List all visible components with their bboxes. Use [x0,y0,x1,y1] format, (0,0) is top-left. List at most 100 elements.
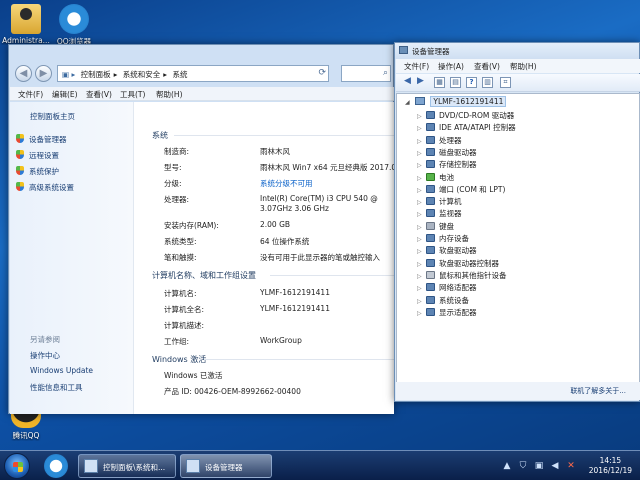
clock-time: 14:15 [599,456,622,465]
expand-arrow-icon[interactable]: ▷ [417,248,423,255]
menu-action[interactable]: 操作(A) [438,61,464,72]
task-system-protection[interactable]: 系统保护 [16,166,59,177]
expand-arrow-icon[interactable]: ▷ [417,150,423,157]
taskbar-item-device-manager[interactable]: 设备管理器 [180,454,272,478]
task-advanced-system-settings[interactable]: 高级系统设置 [16,182,74,193]
device-category-disk[interactable]: ▷ 磁盘驱动器 [417,147,477,158]
expand-arrow-icon[interactable]: ▷ [417,199,423,206]
control-panel-window[interactable]: ◀ ▶ ▣ ▸ 控制面板 ▸ 系统和安全 ▸ 系统 ⟳ ⌕ 文件(F) 编辑(E) … [8,44,401,414]
task-remote-settings[interactable]: 远程设置 [16,150,59,161]
volume-icon[interactable]: ◀ [550,461,560,471]
device-category-network[interactable]: ▷ 网络适配器 [417,282,477,293]
network-error-icon[interactable]: ✕ [566,461,576,471]
menu-edit[interactable]: 编辑(E) [52,89,78,100]
system-type-label: 系统类型: [164,237,197,246]
dvd-drive-icon [426,111,435,119]
expand-arrow-icon[interactable]: ▷ [417,162,423,169]
help-icon[interactable]: ? [466,77,477,88]
back-button[interactable]: ◀ [15,65,32,82]
taskbar-item-label: 设备管理器 [205,463,243,472]
expand-arrow-icon[interactable]: ▷ [417,125,423,132]
expand-arrow-icon[interactable]: ▷ [417,236,423,243]
processor-icon [426,135,435,144]
menu-help[interactable]: 帮助(H) [156,89,183,100]
scan-hardware-icon[interactable]: ⌗ [500,77,511,88]
properties-icon[interactable]: ▤ [450,77,461,88]
breadcrumb-item[interactable]: 系统 [172,70,187,79]
search-icon[interactable]: ⌕ [383,68,388,78]
expand-arrow-icon[interactable]: ▷ [417,310,423,317]
link-performance-tools[interactable]: 性能信息和工具 [30,382,83,393]
search-input[interactable]: ⌕ [341,65,391,82]
device-category-keyboard[interactable]: ▷ 键盘 [417,221,454,232]
forward-arrow-icon[interactable]: ▶ [415,77,426,88]
link-action-center[interactable]: 操作中心 [30,350,60,361]
device-category-storage[interactable]: ▷ 存储控制器 [417,159,477,170]
desktop-icon-administrator[interactable]: Administra... [0,4,52,45]
network-icon[interactable]: ▣ [534,461,544,471]
menu-tools[interactable]: 工具(T) [120,89,145,100]
details-icon[interactable]: ▥ [482,77,493,88]
qq-browser-taskbar-icon[interactable] [44,454,68,478]
device-category-floppy[interactable]: ▷ 软盘驱动器 [417,245,477,256]
model-label: 型号: [164,163,182,172]
control-panel-titlebar[interactable] [9,45,393,59]
control-panel-home-link[interactable]: 控制面板主页 [30,111,75,122]
desktop-icon-qq-browser[interactable]: QQ浏览器 [48,4,100,47]
device-category-memory[interactable]: ▷ 内存设备 [417,233,469,244]
address-bar[interactable]: ▣ ▸ 控制面板 ▸ 系统和安全 ▸ 系统 ⟳ [57,65,329,82]
security-shield-icon[interactable]: ⛉ [518,461,528,471]
expand-arrow-icon[interactable]: ▷ [417,261,423,268]
task-device-manager[interactable]: 设备管理器 [16,134,67,145]
expand-arrow-icon[interactable]: ▷ [417,187,423,194]
device-category-mouse[interactable]: ▷ 鼠标和其他指针设备 [417,270,507,281]
device-category-ide[interactable]: ▷ IDE ATA/ATAPI 控制器 [417,122,516,133]
expand-arrow-icon[interactable]: ▷ [417,211,423,218]
device-manager-window[interactable]: 设备管理器 文件(F) 操作(A) 查看(V) 帮助(H) ◀ ▶ ▦ ▤ ? … [394,42,640,402]
start-button[interactable] [4,453,30,479]
expand-arrow-icon[interactable]: ▷ [417,113,423,120]
device-tree[interactable]: ◢ YLMF-1612191411 ▷ DVD/CD-ROM 驱动器 ▷ IDE A… [396,93,640,383]
breadcrumb-item[interactable]: 系统和安全 [123,70,161,79]
device-category-battery[interactable]: ▷ 电池 [417,172,454,183]
menu-file[interactable]: 文件(F) [404,61,429,72]
device-category-dvd[interactable]: ▷ DVD/CD-ROM 驱动器 [417,110,514,121]
back-arrow-icon[interactable]: ◀ [402,77,413,88]
taskbar-item-control-panel[interactable]: 控制面板\系统和... [78,454,176,478]
control-panel-sidebar: 控制面板主页 设备管理器 远程设置 系统保护 高级系统设置 另请参阅 操作中心 … [10,102,134,414]
forward-button[interactable]: ▶ [35,65,52,82]
menu-help[interactable]: 帮助(H) [510,61,537,72]
system-clock[interactable]: 14:15 2016/12/19 [589,456,632,476]
tree-view-icon[interactable]: ▦ [434,77,445,88]
menu-file[interactable]: 文件(F) [18,89,43,100]
device-category-computer[interactable]: ▷ 计算机 [417,196,462,207]
menu-view[interactable]: 查看(V) [86,89,112,100]
device-category-label: IDE ATA/ATAPI 控制器 [439,123,516,133]
link-windows-update[interactable]: Windows Update [30,366,93,375]
expand-arrow-icon[interactable]: ▷ [417,273,423,280]
refresh-icon[interactable]: ⟳ [318,68,326,78]
device-category-system[interactable]: ▷ 系统设备 [417,295,469,306]
device-category-display[interactable]: ▷ 显示适配器 [417,307,477,318]
menu-view[interactable]: 查看(V) [474,61,500,72]
expand-arrow-icon[interactable]: ▷ [417,175,423,182]
expand-arrow-icon[interactable]: ▷ [417,285,423,292]
network-adapter-icon [426,283,435,292]
breadcrumb-item[interactable]: 控制面板 [81,70,111,79]
device-category-processor[interactable]: ▷ 处理器 [417,135,462,146]
expand-arrow-icon[interactable]: ▷ [417,138,423,145]
device-category-label: 键盘 [439,221,454,231]
expand-arrow-icon[interactable]: ▷ [417,224,423,231]
expand-arrow-icon[interactable]: ▷ [417,298,423,305]
device-category-label: 软盘驱动器 [439,246,477,256]
device-category-floppy-controller[interactable]: ▷ 软盘驱动器控制器 [417,258,499,269]
device-tree-root[interactable]: ◢ YLMF-1612191411 [405,96,507,107]
device-category-monitor[interactable]: ▷ 监视器 [417,208,462,219]
collapse-arrow-icon[interactable]: ◢ [405,99,410,106]
battery-icon [426,172,435,181]
device-category-ports[interactable]: ▷ 端口 (COM 和 LPT) [417,184,505,195]
show-hidden-icons-icon[interactable]: ▲ [502,461,512,471]
device-manager-titlebar[interactable]: 设备管理器 [395,43,639,59]
rating-link[interactable]: 系统分级不可用 [260,178,313,189]
learn-more-link[interactable]: 联机了解多关于... [570,386,626,396]
